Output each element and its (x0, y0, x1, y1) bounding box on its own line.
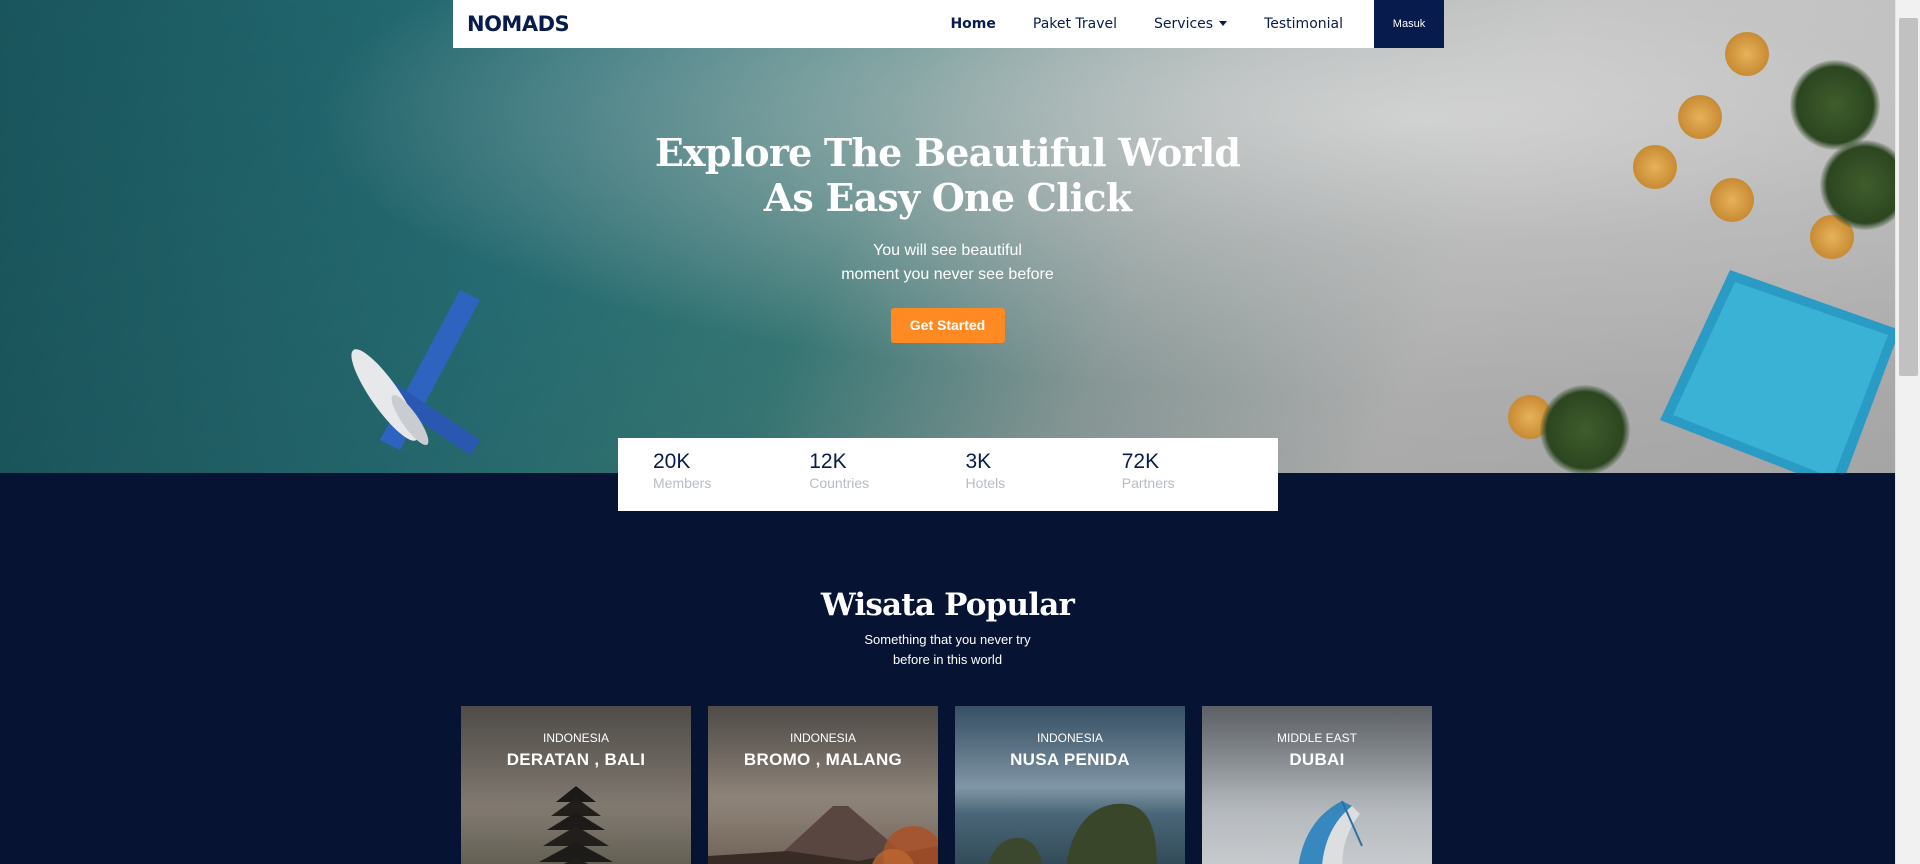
nav-paket-travel[interactable]: Paket Travel (1033, 16, 1117, 32)
card-overlay (708, 706, 938, 864)
card-destination-name: BROMO , MALANG (743, 750, 903, 769)
popular-section: Wisata Popular Something that you never … (0, 585, 1895, 670)
card-country: INDONESIA (1036, 731, 1103, 745)
card-destination-name: DERATAN , BALI (506, 750, 646, 769)
scrollbar-thumb[interactable] (1899, 18, 1918, 376)
stat-partners: 72K Partners (1122, 438, 1278, 511)
hero-title-line1: Explore The Beautiful World (654, 130, 1241, 175)
popular-subtitle: Something that you never try before in t… (0, 630, 1895, 670)
hero-sub-line1: You will see beautiful (873, 242, 1022, 259)
stat-label: Members (653, 475, 712, 491)
hero-sub-line2: moment you never see before (841, 266, 1054, 283)
brand-text: NOMADS (467, 12, 570, 36)
palm-tree-image (1540, 385, 1630, 473)
nav-links: Home Paket Travel Services Testimonial M… (950, 0, 1444, 48)
popular-title: Wisata Popular (820, 587, 1075, 623)
card-destination-name: NUSA PENIDA (1010, 750, 1130, 769)
stat-label: Countries (809, 475, 870, 491)
stat-members: 20K Members (653, 438, 809, 511)
hero-subtitle: You will see beautiful moment you never … (0, 239, 1895, 287)
stat-value: 72K (1121, 450, 1160, 473)
page-scrollbar[interactable] (1895, 0, 1920, 864)
destination-card-bromo[interactable]: INDONESIA BROMO , MALANG (708, 706, 938, 864)
card-destination-name: DUBAI (1289, 750, 1345, 769)
stat-countries: 12K Countries (809, 438, 965, 511)
stat-hotels: 3K Hotels (966, 438, 1122, 511)
get-started-button[interactable]: Get Started (890, 308, 1005, 343)
stat-value: 12K (809, 450, 847, 473)
nav-home[interactable]: Home (950, 16, 995, 32)
card-country: INDONESIA (789, 731, 856, 745)
hero-title: Explore The Beautiful World As Easy One … (0, 130, 1895, 220)
popular-sub-line1: Something that you never try (864, 632, 1031, 647)
hero-title-line2: As Easy One Click (763, 175, 1132, 220)
stat-value: 3K (965, 450, 992, 473)
nav-testimonial[interactable]: Testimonial (1264, 16, 1343, 32)
nav-services-dropdown[interactable]: Services (1154, 16, 1228, 32)
card-overlay (955, 706, 1185, 864)
stats-bar: 20K Members 12K Countries 3K Hotels 72K … (618, 438, 1278, 511)
card-overlay (461, 706, 691, 864)
top-navbar: NOMADS Home Paket Travel Services Testim… (453, 0, 1444, 48)
chevron-down-icon (1219, 21, 1228, 26)
destination-card-bali[interactable]: INDONESIA DERATAN , BALI (461, 706, 691, 864)
stat-label: Hotels (965, 475, 1006, 491)
card-country: INDONESIA (542, 731, 609, 745)
login-button[interactable]: Masuk (1374, 0, 1444, 48)
destination-card-nusa-penida[interactable]: INDONESIA NUSA PENIDA (955, 706, 1185, 864)
umbrella-image (1725, 32, 1769, 76)
stat-value: 20K (653, 450, 691, 473)
card-country: MIDDLE EAST (1276, 731, 1357, 745)
card-overlay (1202, 706, 1432, 864)
brand-logo[interactable]: NOMADS (467, 0, 570, 48)
nav-services-label: Services (1154, 16, 1214, 32)
stat-label: Partners (1121, 475, 1175, 491)
popular-sub-line2: before in this world (892, 652, 1003, 667)
destination-card-dubai[interactable]: MIDDLE EAST DUBAI (1202, 706, 1432, 864)
destination-cards: INDONESIA DERATAN , BALI INDONESIA BROMO… (461, 706, 1432, 864)
hero-content: Explore The Beautiful World As Easy One … (0, 130, 1895, 343)
